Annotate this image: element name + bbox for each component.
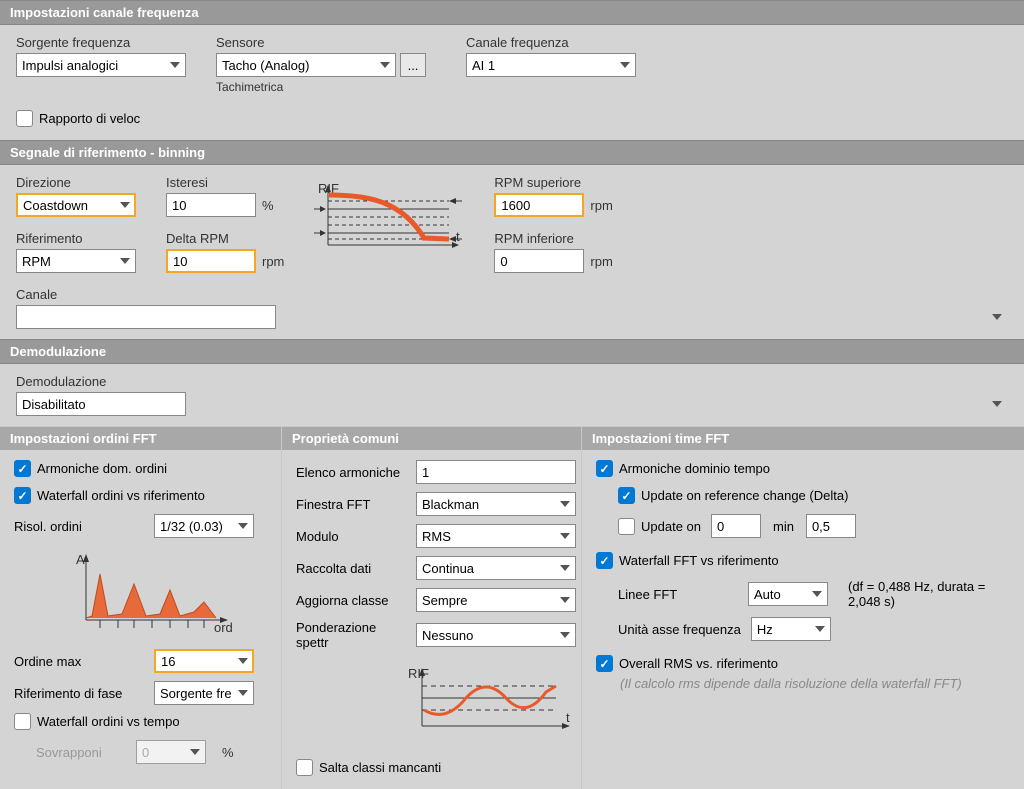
harmonics-list-label: Elenco armoniche — [296, 465, 406, 480]
order-harmonics-checkbox[interactable]: Armoniche dom. ordini — [14, 460, 167, 477]
spectral-weighting-select[interactable]: Nessuno — [416, 623, 576, 647]
spectral-weighting-label: Ponderazione spettr — [296, 620, 406, 650]
delta-rpm-unit: rpm — [262, 254, 284, 269]
orders-header: Impostazioni ordini FFT — [0, 427, 281, 450]
checkbox-icon — [14, 487, 31, 504]
hysteresis-label: Isteresi — [166, 175, 284, 190]
module-label: Modulo — [296, 529, 406, 544]
hysteresis-input[interactable] — [166, 193, 256, 217]
demod-label: Demodulazione — [16, 374, 1008, 389]
data-collection-label: Raccolta dati — [296, 561, 406, 576]
fft-lines-select[interactable]: Auto — [748, 582, 828, 606]
overall-rms-checkbox[interactable]: Overall RMS vs. riferimento — [596, 655, 778, 672]
phase-ref-select[interactable]: Sorgente freq. — [154, 681, 254, 705]
order-resolution-select[interactable]: 1/32 (0.03) — [154, 514, 254, 538]
reference-label: Riferimento — [16, 231, 136, 246]
update-class-select[interactable]: Sempre — [416, 588, 576, 612]
skip-missing-checkbox[interactable]: Salta classi mancanti — [296, 759, 441, 776]
overlap-select: 0 — [136, 740, 206, 764]
speed-ratio-checkbox[interactable]: Rapporto di veloc — [16, 110, 140, 127]
sensor-label: Sensore — [216, 35, 426, 50]
freq-settings-header: Impostazioni canale frequenza — [0, 0, 1024, 25]
checkbox-icon — [596, 655, 613, 672]
speed-ratio-label: Rapporto di veloc — [39, 111, 140, 126]
update-on-second-input[interactable] — [806, 514, 856, 538]
fft-window-select[interactable]: Blackman — [416, 492, 576, 516]
checkbox-icon — [596, 552, 613, 569]
svg-text:t: t — [566, 710, 570, 725]
freq-source-label: Sorgente frequenza — [16, 35, 186, 50]
delta-rpm-label: Delta RPM — [166, 231, 284, 246]
update-reference-checkbox[interactable]: Update on reference change (Delta) — [618, 487, 848, 504]
time-fft-header: Impostazioni time FFT — [582, 427, 1024, 450]
common-header: Proprietà comuni — [282, 427, 581, 450]
hysteresis-unit: % — [262, 198, 274, 213]
time-harmonics-checkbox[interactable]: Armoniche dominio tempo — [596, 460, 770, 477]
sensor-browse-button[interactable]: ... — [400, 53, 426, 77]
update-on-unit: min — [773, 519, 794, 534]
checkbox-icon — [16, 110, 33, 127]
coastdown-graph-icon: RIF t — [314, 183, 464, 255]
sensor-helper: Tachimetrica — [216, 80, 426, 94]
demod-select[interactable]: Disabilitato — [16, 392, 186, 416]
data-collection-select[interactable]: Continua — [416, 556, 576, 580]
fft-info-text: (df = 0,488 Hz, durata = 2,048 s) — [848, 579, 1010, 609]
module-select[interactable]: RMS — [416, 524, 576, 548]
rpm-upper-unit: rpm — [590, 198, 612, 213]
direction-label: Direzione — [16, 175, 136, 190]
waterfall-fft-ref-checkbox[interactable]: Waterfall FFT vs riferimento — [596, 552, 779, 569]
update-class-label: Aggiorna classe — [296, 593, 406, 608]
phase-ref-label: Riferimento di fase — [14, 686, 144, 701]
reference-select[interactable]: RPM — [16, 249, 136, 273]
max-order-select[interactable]: 16 — [154, 649, 254, 673]
order-spectrum-icon: A ord — [74, 554, 234, 634]
binning-header: Segnale di riferimento - binning — [0, 140, 1024, 165]
waterfall-orders-time-checkbox[interactable]: Waterfall ordini vs tempo — [14, 713, 180, 730]
waterfall-orders-ref-checkbox[interactable]: Waterfall ordini vs riferimento — [14, 487, 205, 504]
rpm-lower-input[interactable] — [494, 249, 584, 273]
order-resolution-label: Risol. ordini — [14, 519, 144, 534]
overall-rms-note: (Il calcolo rms dipende dalla risoluzion… — [620, 676, 1010, 691]
update-on-checkbox[interactable]: Update on — [618, 518, 701, 535]
svg-text:ord: ord — [214, 620, 233, 634]
fft-window-label: Finestra FFT — [296, 497, 406, 512]
freq-unit-label: Unità asse frequenza — [618, 622, 741, 637]
checkbox-icon — [296, 759, 313, 776]
freq-channel-label: Canale frequenza — [466, 35, 636, 50]
binning-channel-select[interactable] — [16, 305, 276, 329]
overlap-unit: % — [222, 745, 234, 760]
checkbox-icon — [596, 460, 613, 477]
rpm-upper-input[interactable] — [494, 193, 584, 217]
svg-text:t: t — [456, 229, 460, 244]
freq-source-select[interactable]: Impulsi analogici — [16, 53, 186, 77]
binning-channel-label: Canale — [16, 287, 1008, 302]
demod-header: Demodulazione — [0, 339, 1024, 364]
fft-lines-label: Linee FFT — [618, 587, 738, 602]
update-on-value-input[interactable] — [711, 514, 761, 538]
sensor-select[interactable]: Tacho (Analog) — [216, 53, 396, 77]
fft-wave-icon: RIF t — [406, 668, 576, 738]
checkbox-icon — [14, 713, 31, 730]
delta-rpm-input[interactable] — [166, 249, 256, 273]
max-order-label: Ordine max — [14, 654, 144, 669]
checkbox-icon — [14, 460, 31, 477]
overlap-label: Sovrapponi — [36, 745, 126, 760]
freq-channel-select[interactable]: AI 1 — [466, 53, 636, 77]
rpm-upper-label: RPM superiore — [494, 175, 612, 190]
harmonics-list-input[interactable] — [416, 460, 576, 484]
direction-select[interactable]: Coastdown — [16, 193, 136, 217]
rpm-lower-unit: rpm — [590, 254, 612, 269]
rpm-lower-label: RPM inferiore — [494, 231, 612, 246]
checkbox-icon — [618, 487, 635, 504]
checkbox-icon — [618, 518, 635, 535]
svg-text:RIF: RIF — [408, 668, 429, 681]
freq-unit-select[interactable]: Hz — [751, 617, 831, 641]
